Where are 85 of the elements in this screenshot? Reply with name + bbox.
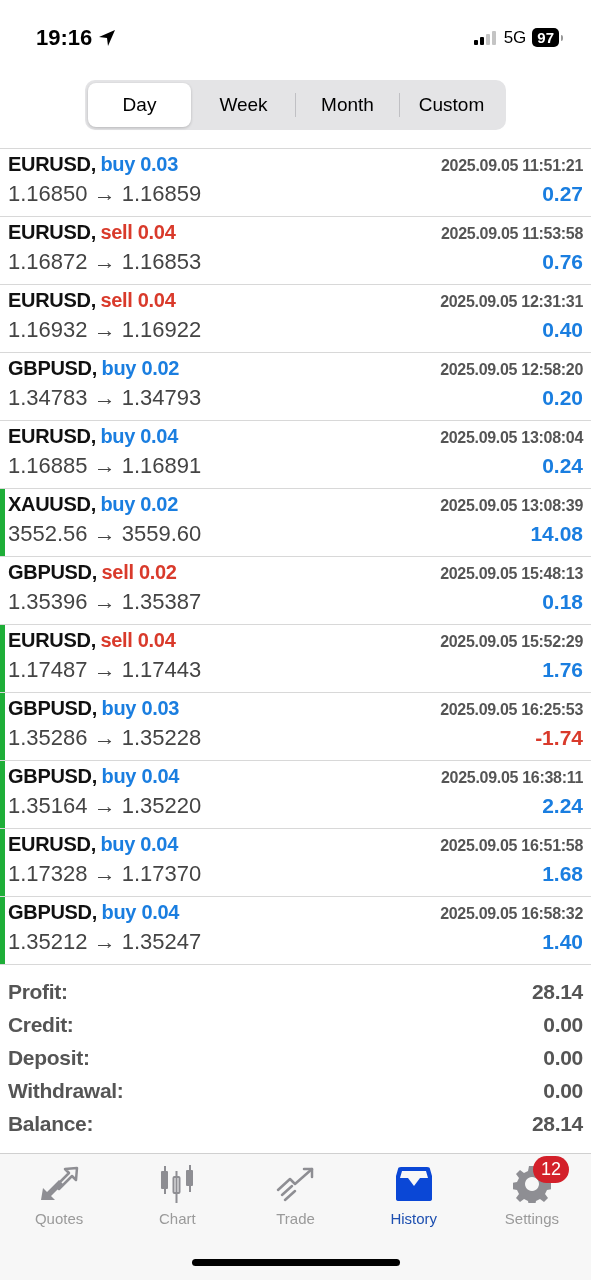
order-label: sell 0.04 [100,221,176,243]
deal-time: 2025.09.05 16:51:58 [440,837,583,855]
profit-value: -1.74 [535,726,583,750]
deal-time: 2025.09.05 15:48:13 [440,565,583,583]
deal-time: 2025.09.05 16:38:11 [441,769,583,787]
order-label: sell 0.04 [100,289,176,311]
signal-icon [473,30,498,45]
profit-value: 1.40 [542,930,583,954]
profit-value: 14.08 [530,522,583,546]
summary-label: Credit: [8,1012,74,1037]
price-range: 1.35164 → 1.35220 [8,793,202,819]
order-label: buy 0.04 [100,833,178,855]
symbol-label: EURUSD, [8,221,96,243]
profit-value: 0.76 [542,250,583,274]
price-range: 1.17328 → 1.17370 [8,861,202,887]
deal-time: 2025.09.05 12:31:31 [440,293,583,311]
period-tab[interactable]: Day [88,83,191,127]
summary-label: Profit: [8,979,68,1004]
summary-label: Withdrawal: [8,1078,124,1103]
deal-time: 2025.09.05 11:51:21 [441,157,583,175]
inbox-tray-icon [393,1166,434,1202]
trend-up-icon [275,1166,316,1202]
price-range: 1.35286 → 1.35228 [8,725,202,751]
price-range: 1.16872 → 1.16853 [8,249,202,275]
price-range: 1.34783 → 1.34793 [8,385,202,411]
double-arrow-icon [39,1166,80,1202]
symbol-label: XAUUSD, [8,493,96,515]
period-tab[interactable]: Custom [400,83,503,127]
symbol-label: GBPUSD, [8,357,98,379]
deal-time: 2025.09.05 16:58:32 [440,905,583,923]
deal-time: 2025.09.05 11:53:58 [441,225,583,243]
symbol-label: GBPUSD, [8,765,98,787]
network-label: 5G [503,27,527,48]
deal-time: 2025.09.05 16:25:53 [440,701,583,719]
battery-level: 97 [532,28,559,47]
clock: 19:16 [36,24,93,51]
profit-value: 2.24 [542,794,583,818]
price-range: 1.35396 → 1.35387 [8,589,202,615]
profit-value: 0.24 [542,454,583,478]
profit-value: 1.68 [542,862,583,886]
order-label: sell 0.02 [101,561,177,583]
price-range: 1.35212 → 1.35247 [8,929,202,955]
profit-value: 0.40 [542,318,583,342]
location-arrow-icon [98,28,117,47]
price-range: 3552.56 → 3559.60 [8,521,202,547]
symbol-label: EURUSD, [8,425,96,447]
order-label: buy 0.02 [100,493,178,515]
tab-bar-item[interactable]: History [354,1154,473,1227]
summary-value: 0.00 [543,1012,583,1037]
period-tab[interactable]: Week [192,83,295,127]
order-label: buy 0.02 [101,357,180,379]
order-label: buy 0.03 [100,153,178,175]
symbol-label: EURUSD, [8,289,96,311]
deal-time: 2025.09.05 12:58:20 [440,361,583,379]
summary-value: 0.00 [543,1078,583,1103]
order-label: buy 0.04 [100,425,178,447]
order-label: buy 0.03 [101,697,180,719]
notification-badge: 12 [532,1156,569,1183]
summary-value: 0.00 [543,1045,583,1070]
symbol-label: GBPUSD, [8,697,98,719]
profit-value: 1.76 [542,658,583,682]
profit-value: 0.27 [542,182,583,206]
profit-value: 0.18 [542,590,583,614]
symbol-label: GBPUSD, [8,561,98,583]
deal-time: 2025.09.05 13:08:04 [440,429,583,447]
summary-value: 28.14 [531,979,583,1004]
profit-value: 0.20 [542,386,583,410]
symbol-label: GBPUSD, [8,901,98,923]
symbol-label: EURUSD, [8,153,96,175]
order-label: buy 0.04 [101,901,180,923]
price-range: 1.16932 → 1.16922 [8,317,202,343]
period-tab[interactable]: Month [296,83,399,127]
price-range: 1.16850 → 1.16859 [8,181,202,207]
price-range: 1.17487 → 1.17443 [8,657,202,683]
order-label: sell 0.04 [100,629,176,651]
price-range: 1.16885 → 1.16891 [8,453,202,479]
order-label: buy 0.04 [101,765,180,787]
tab-bar-item[interactable]: 12 Settings [472,1154,591,1227]
symbol-label: EURUSD, [8,629,96,651]
summary-value: 28.14 [531,1111,583,1136]
deal-time: 2025.09.05 13:08:39 [440,497,583,515]
deal-time: 2025.09.05 15:52:29 [440,633,583,651]
summary-label: Deposit: [8,1045,90,1070]
summary-label: Balance: [8,1111,94,1136]
symbol-label: EURUSD, [8,833,96,855]
